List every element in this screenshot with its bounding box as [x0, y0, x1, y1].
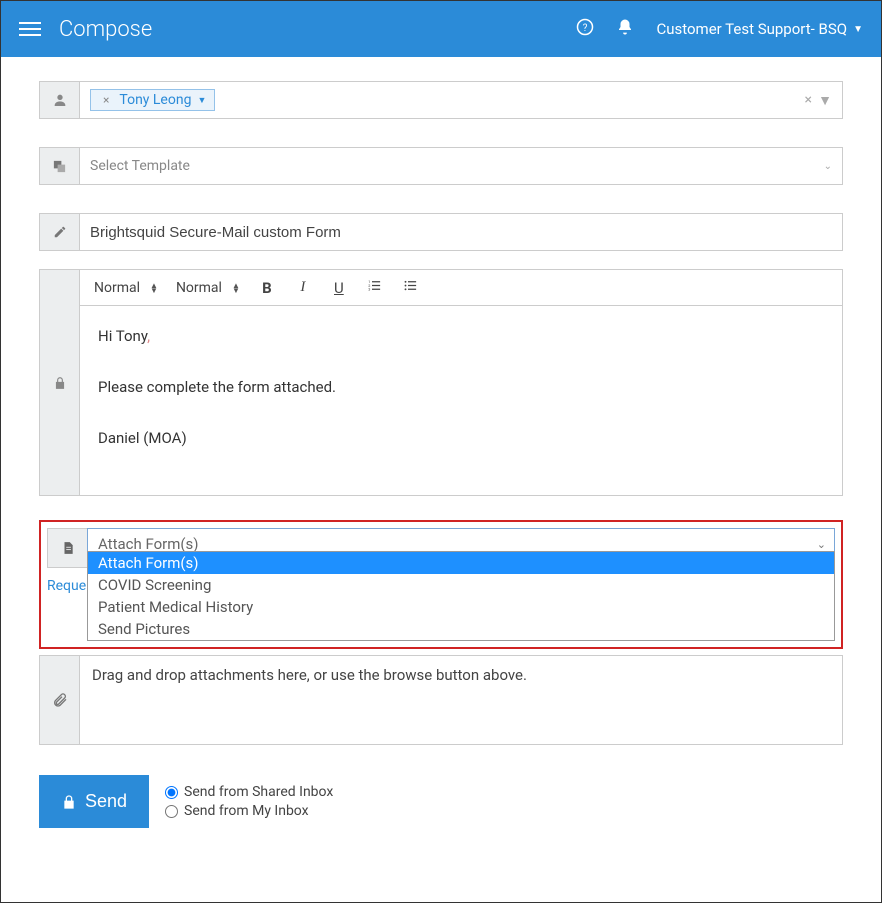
recipient-field[interactable]: × Tony Leong ▼ × ▼ — [79, 81, 843, 119]
chevron-down-icon: ⌄ — [817, 538, 826, 551]
recipient-tag[interactable]: × Tony Leong ▼ — [90, 89, 215, 111]
bold-button[interactable]: B — [258, 279, 276, 297]
lock-send-icon — [61, 793, 77, 811]
recipient-dropdown-icon[interactable]: ▼ — [818, 92, 832, 109]
editor-row: Normal ▲▼ Normal ▲▼ B I U 123 — [39, 269, 843, 496]
user-label-text: Customer Test Support- BSQ — [656, 20, 847, 38]
attach-option[interactable]: Attach Form(s) — [88, 552, 834, 574]
updown-icon: ▲▼ — [232, 283, 240, 293]
paperclip-icon — [39, 655, 79, 745]
underline-button[interactable]: U — [330, 279, 348, 297]
template-icon — [39, 147, 79, 185]
toolbar-style-select-2[interactable]: Normal ▲▼ — [176, 280, 240, 296]
app-header: Compose ? Customer Test Support- BSQ ▼ — [1, 1, 881, 57]
radio-shared-inbox[interactable]: Send from Shared Inbox — [165, 784, 333, 800]
send-label: Send — [85, 791, 127, 812]
pencil-icon — [39, 213, 79, 251]
subject-row — [39, 213, 843, 251]
clear-all-recipients-icon[interactable]: × — [805, 92, 812, 108]
recipient-row: × Tony Leong ▼ × ▼ — [39, 81, 843, 119]
radio-my-input[interactable] — [165, 805, 178, 818]
person-icon — [39, 81, 79, 119]
form-icon — [47, 528, 87, 568]
toolbar-style-select-1[interactable]: Normal ▲▼ — [94, 280, 158, 296]
template-placeholder: Select Template — [90, 158, 190, 174]
recipient-name: Tony Leong — [119, 92, 191, 108]
subject-field-cell — [79, 213, 843, 251]
template-dropdown-icon: ⌄ — [824, 161, 832, 172]
editor-toolbar: Normal ▲▼ Normal ▲▼ B I U 123 — [79, 269, 843, 306]
page-title: Compose — [59, 17, 576, 42]
send-button[interactable]: Send — [39, 775, 149, 828]
updown-icon: ▲▼ — [150, 283, 158, 293]
send-from-group: Send from Shared Inbox Send from My Inbo… — [165, 781, 333, 822]
menu-hamburger-icon[interactable] — [19, 22, 41, 36]
radio-shared-input[interactable] — [165, 786, 178, 799]
editor-greeting: Hi Tony — [98, 327, 147, 345]
svg-text:?: ? — [583, 23, 588, 34]
dropzone-text: Drag and drop attachments here, or use t… — [92, 666, 527, 684]
radio-shared-label: Send from Shared Inbox — [184, 784, 333, 800]
editor-comma: , — [147, 327, 150, 345]
editor-signature: Daniel (MOA) — [98, 426, 824, 452]
editor-line2: Please complete the form attached. — [98, 375, 824, 401]
attach-option[interactable]: COVID Screening — [88, 574, 834, 596]
template-select[interactable]: Select Template ⌄ — [79, 147, 843, 185]
user-menu[interactable]: Customer Test Support- BSQ ▼ — [656, 20, 863, 38]
template-row: Select Template ⌄ — [39, 147, 843, 185]
ordered-list-button[interactable]: 123 — [366, 278, 384, 297]
attach-forms-dropdown: Attach Form(s) COVID Screening Patient M… — [87, 551, 835, 641]
radio-my-label: Send from My Inbox — [184, 803, 309, 819]
toolbar-style1-label: Normal — [94, 280, 140, 296]
editor-body[interactable]: Hi Tony, Please complete the form attach… — [79, 306, 843, 496]
help-icon[interactable]: ? — [576, 18, 594, 40]
unordered-list-button[interactable] — [402, 278, 420, 297]
svg-text:3: 3 — [369, 288, 371, 292]
attachment-dropzone-row: Drag and drop attachments here, or use t… — [39, 655, 843, 745]
lock-icon — [39, 269, 79, 496]
attach-option[interactable]: Send Pictures — [88, 618, 834, 640]
attachment-dropzone[interactable]: Drag and drop attachments here, or use t… — [79, 655, 843, 745]
toolbar-style2-label: Normal — [176, 280, 222, 296]
remove-recipient-icon[interactable]: × — [99, 93, 113, 107]
send-row: Send Send from Shared Inbox Send from My… — [39, 775, 843, 828]
recipient-caret-icon[interactable]: ▼ — [197, 95, 206, 106]
attach-forms-highlight: Attach Form(s) ⌄ Reque Attach Form(s) CO… — [39, 520, 843, 649]
caret-down-icon: ▼ — [853, 24, 863, 35]
attach-option[interactable]: Patient Medical History — [88, 596, 834, 618]
bell-icon[interactable] — [616, 18, 634, 40]
radio-my-inbox[interactable]: Send from My Inbox — [165, 803, 333, 819]
italic-button[interactable]: I — [294, 279, 312, 296]
subject-input[interactable] — [90, 224, 832, 241]
